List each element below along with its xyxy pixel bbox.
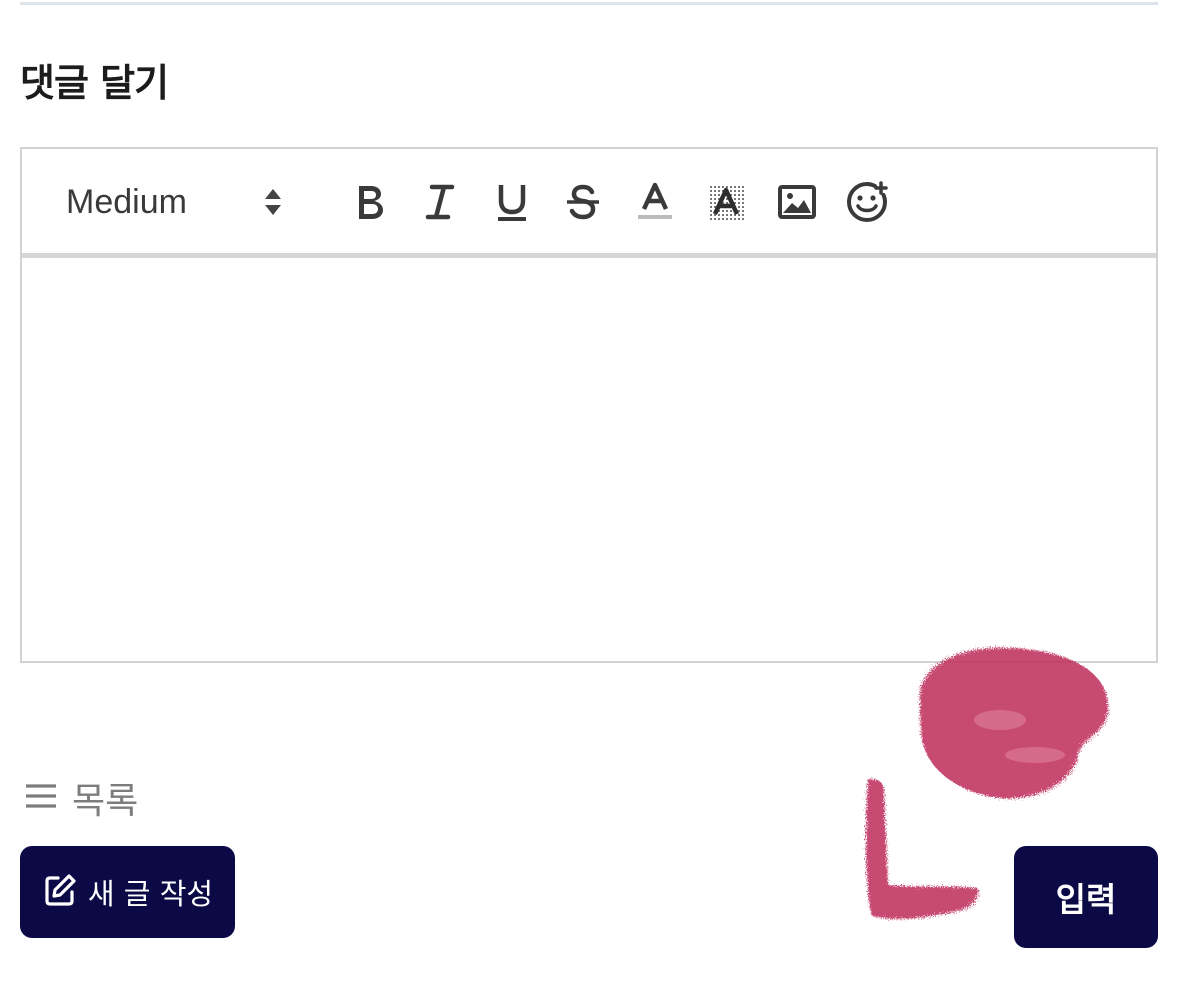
bold-button[interactable] xyxy=(344,177,394,227)
font-size-select[interactable]: Medium xyxy=(66,177,306,227)
italic-button[interactable] xyxy=(415,177,465,227)
list-link[interactable]: 목록 xyxy=(24,772,138,824)
underline-button[interactable] xyxy=(487,177,537,227)
new-post-button[interactable]: 새 글 작성 xyxy=(20,846,235,938)
submit-button[interactable]: 입력 xyxy=(1014,846,1158,948)
strikethrough-button[interactable] xyxy=(558,177,608,227)
edit-icon xyxy=(42,872,78,912)
top-divider xyxy=(20,2,1158,5)
submit-label: 입력 xyxy=(1055,880,1117,919)
bold-icon xyxy=(351,182,387,222)
font-color-button[interactable] xyxy=(630,177,680,227)
list-label: 목록 xyxy=(72,781,139,822)
comment-editor: Medium xyxy=(20,147,1158,663)
font-size-value: Medium xyxy=(66,182,187,221)
underline-icon xyxy=(494,181,530,223)
menu-icon xyxy=(24,781,58,815)
insert-image-button[interactable] xyxy=(772,177,822,227)
background-color-icon xyxy=(706,182,746,222)
up-down-arrows-icon xyxy=(258,185,288,219)
comment-text-area[interactable] xyxy=(22,258,1156,661)
italic-icon xyxy=(422,182,458,222)
background-color-button[interactable] xyxy=(701,177,751,227)
strikethrough-icon xyxy=(564,182,602,222)
comment-section-title: 댓글 달기 xyxy=(20,61,169,105)
new-post-label: 새 글 작성 xyxy=(87,877,214,911)
font-color-icon xyxy=(636,181,674,223)
emoji-add-icon xyxy=(845,180,889,224)
emoji-button[interactable] xyxy=(842,177,892,227)
editor-toolbar: Medium xyxy=(22,149,1156,258)
image-icon xyxy=(777,184,817,220)
